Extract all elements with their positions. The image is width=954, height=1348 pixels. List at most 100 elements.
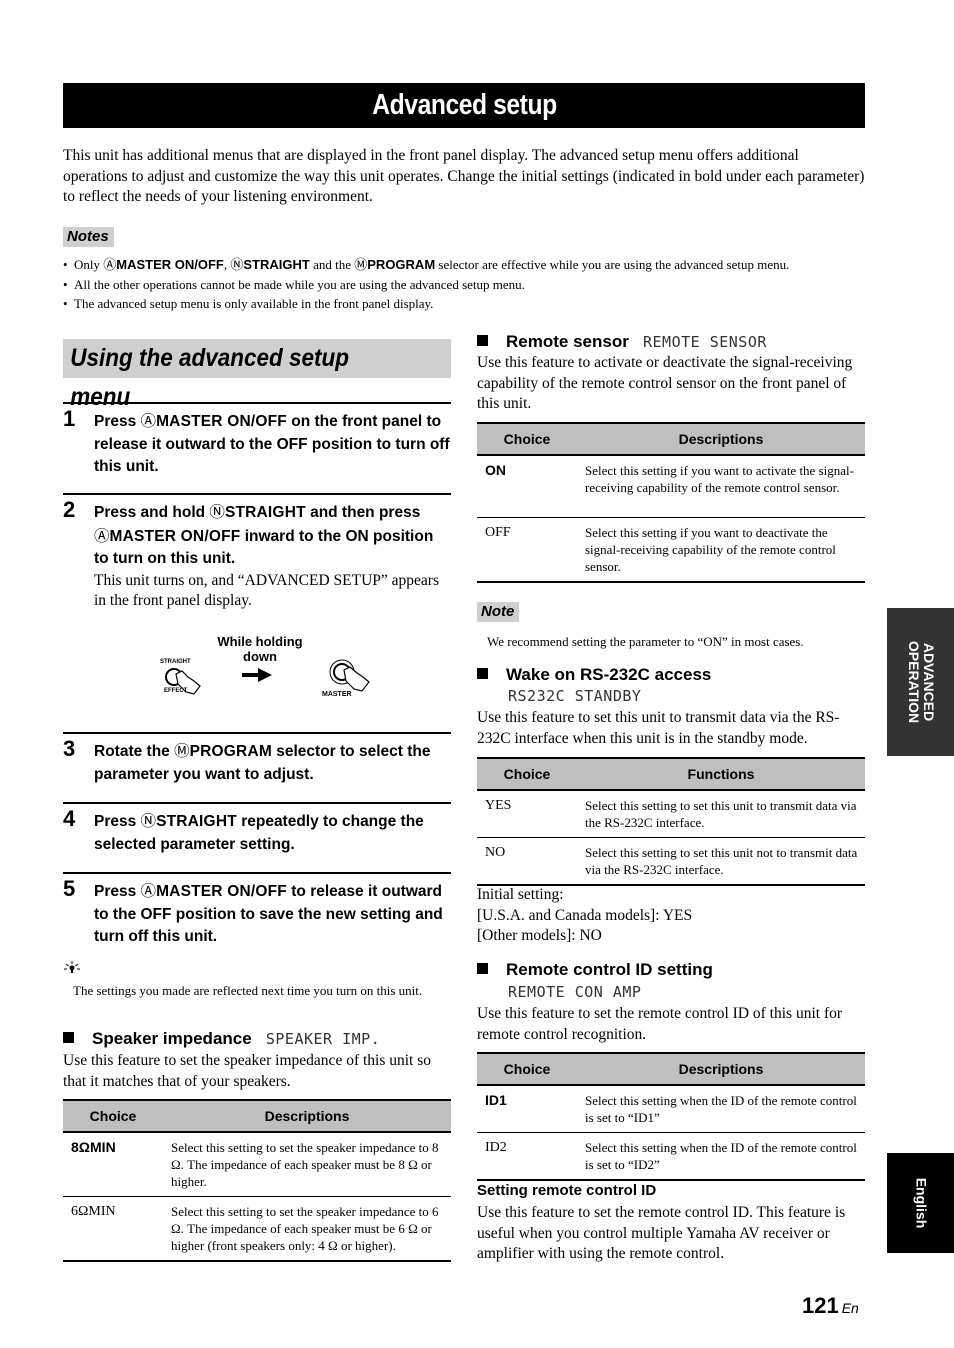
step-instruction: Press ⒶMASTER ON/OFF on the front panel … (94, 410, 451, 479)
table-row: OFF Select this setting if you want to d… (477, 517, 865, 583)
step-text: Press (94, 883, 141, 900)
button-a-icon: Ⓐ (140, 882, 157, 900)
step-4: 4 Press ⓃSTRAIGHT repeatedly to change t… (63, 802, 451, 872)
choice-cell: ON (477, 455, 577, 518)
setting-remote-id-subheading: Setting remote control ID (477, 1182, 657, 1199)
arrow-right-icon (242, 668, 272, 682)
step-instruction: Press ⓃSTRAIGHT repeatedly to change the… (94, 810, 451, 856)
description-cell: Select this setting when the ID of the r… (577, 1132, 865, 1181)
master-button-icon (329, 659, 370, 692)
side-tab-advanced-operation: ADVANCED OPERATION (887, 608, 954, 756)
remote-sensor-heading: Remote sensor REMOTE SENSOR (477, 331, 767, 353)
table-row: 8ΩMIN Select this setting to set the spe… (63, 1132, 451, 1197)
choice-cell: ID1 (477, 1085, 577, 1133)
table-header-row: Choice Descriptions (477, 422, 865, 456)
step-3: 3 Rotate the ⓂPROGRAM selector to select… (63, 732, 451, 802)
button-n-icon: Ⓝ (230, 258, 244, 273)
note-text: selector are effective while you are usi… (435, 257, 790, 272)
remote-sensor-desc: Use this feature to activate or deactiva… (477, 354, 853, 412)
button-n-icon: Ⓝ (140, 812, 157, 830)
step-instruction: Press and hold ⓃSTRAIGHT and then press … (94, 501, 451, 571)
button-illustration: STRAIGHT EFFECT While holding down MASTE… (150, 630, 390, 705)
note-label: Note (477, 602, 520, 622)
wake-rs232c-table: Choice Functions YES Select this setting… (477, 757, 865, 886)
button-m-icon: Ⓜ (174, 742, 190, 760)
square-bullet-icon (477, 335, 488, 346)
initial-setting-line: [Other models]: NO (477, 927, 602, 944)
initial-setting-block: Initial setting: [U.S.A. and Canada mode… (477, 885, 867, 947)
square-bullet-icon (477, 963, 488, 974)
key-master-on-off: MASTER ON/OFF (109, 527, 241, 545)
column-header: Descriptions (163, 1099, 451, 1133)
side-tab-label: English (913, 1177, 929, 1229)
step-text: and then press (305, 504, 421, 521)
column-header: Descriptions (577, 1052, 865, 1086)
choice-cell: OFF (477, 517, 577, 583)
straight-label: STRAIGHT (160, 659, 191, 665)
key-master-on-off: MASTER ON/OFF (156, 413, 287, 430)
choice-cell: NO (477, 837, 577, 886)
step-instruction: Press ⒶMASTER ON/OFF to release it outwa… (94, 880, 451, 949)
column-header: Descriptions (577, 422, 865, 456)
description-cell: Select this setting to set this unit not… (577, 837, 865, 886)
button-press-illustration: STRAIGHT EFFECT While holding down MASTE… (160, 634, 370, 698)
button-a-icon: Ⓐ (103, 258, 117, 273)
description-cell: Select this setting to set the speaker i… (163, 1132, 451, 1197)
notes-label: Notes (63, 227, 114, 247)
heading-text: Speaker impedance (92, 1029, 252, 1048)
speaker-impedance-heading: Speaker impedance SPEAKER IMP. (63, 1028, 380, 1050)
table-row: ID1 Select this setting when the ID of t… (477, 1085, 865, 1133)
page-number: 121 En (802, 1293, 859, 1319)
table-row: YES Select this setting to set this unit… (477, 790, 865, 838)
description-cell: Select this setting if you want to activ… (577, 455, 865, 518)
key-straight: STRAIGHT (243, 257, 310, 272)
key-master-on-off: MASTER ON/OFF (156, 883, 287, 900)
choice-cell: YES (477, 790, 577, 838)
display-text: RS232C STANDBY (508, 687, 642, 705)
remote-id-heading: Remote control ID setting (477, 959, 713, 981)
table-row: 6ΩMIN Select this setting to set the spe… (63, 1196, 451, 1262)
step-text: Press and hold (94, 504, 210, 521)
notes-list: Only ⒶMASTER ON/OFF, ⓃSTRAIGHT and the Ⓜ… (63, 256, 865, 314)
remote-sensor-table: Choice Descriptions ON Select this setti… (477, 422, 865, 583)
button-a-icon: Ⓐ (140, 412, 157, 430)
column-header: Choice (63, 1099, 163, 1133)
column-header: Functions (577, 757, 865, 791)
key-program: PROGRAM (189, 743, 272, 760)
tip-box: The settings you made are reflected next… (63, 960, 451, 1000)
key-master-on-off: MASTER ON/OFF (116, 257, 224, 272)
key-program: PROGRAM (367, 257, 436, 272)
effect-label: EFFECT (164, 688, 188, 694)
remote-id-table: Choice Descriptions ID1 Select this sett… (477, 1052, 865, 1181)
column-header: Choice (477, 1052, 577, 1086)
key-straight: STRAIGHT (156, 813, 237, 830)
step-1: 1 Press ⒶMASTER ON/OFF on the front pane… (63, 402, 451, 494)
display-text: REMOTE SENSOR (643, 333, 767, 351)
table-header-row: Choice Descriptions (477, 1052, 865, 1086)
button-m-icon: Ⓜ (354, 258, 368, 273)
column-header: Choice (477, 757, 577, 791)
page-language: En (841, 1300, 859, 1316)
note-item: Only ⒶMASTER ON/OFF, ⓃSTRAIGHT and the Ⓜ… (63, 256, 865, 275)
wake-rs232c-desc: Use this feature to set this unit to tra… (477, 709, 840, 747)
heading-text: Remote control ID setting (506, 960, 713, 979)
illustration-caption-line1: While holding (217, 634, 302, 649)
step-text: Rotate the (94, 743, 175, 760)
display-text: REMOTE CON AMP (508, 983, 642, 1001)
heading-text: Wake on RS-232C access (506, 665, 712, 684)
speaker-impedance-table: Choice Descriptions 8ΩMIN Select this se… (63, 1099, 451, 1262)
column-header: Choice (477, 422, 577, 456)
lightbulb-icon (64, 961, 80, 973)
step-number: 1 (63, 406, 76, 431)
choice-cell: 6ΩMIN (63, 1196, 163, 1262)
square-bullet-icon (477, 668, 488, 679)
side-tab-line: OPERATION (905, 640, 922, 724)
initial-setting-line: Initial setting: (477, 886, 564, 903)
table-row: NO Select this setting to set this unit … (477, 837, 865, 886)
button-a-icon: Ⓐ (94, 526, 110, 545)
display-text: SPEAKER IMP. (265, 1030, 381, 1048)
page-number-value: 121 (802, 1293, 839, 1318)
step-number: 5 (63, 876, 76, 901)
side-tab-english: English (887, 1153, 954, 1253)
note-text: We recommend setting the parameter to “O… (487, 634, 804, 649)
